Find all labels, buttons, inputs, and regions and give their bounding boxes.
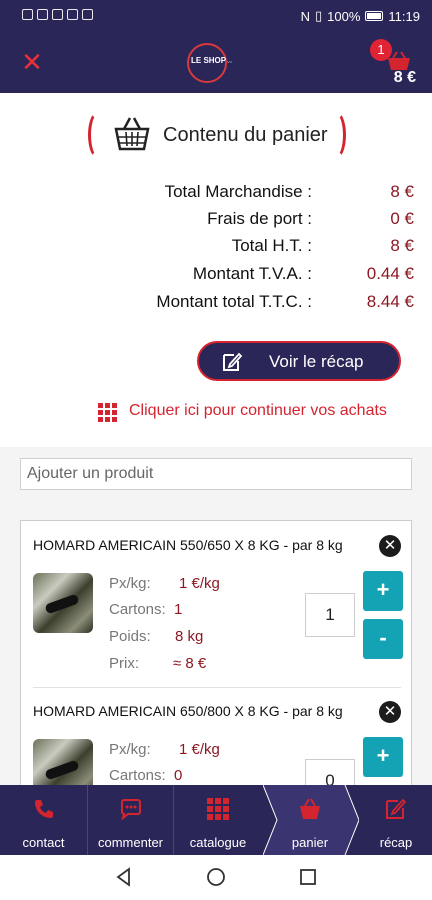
price-value: 1 €/kg xyxy=(179,575,220,592)
close-icon[interactable]: ✕ xyxy=(20,47,44,77)
phone-icon xyxy=(34,800,53,818)
product-name: HOMARD AMERICAIN 650/800 X 8 KG - par 8 … xyxy=(33,703,343,719)
cart-summary: Contenu du panier Total Marchandise : 8 … xyxy=(0,93,432,447)
nav-commenter-label: commenter xyxy=(97,835,164,850)
nav-recap[interactable]: récap xyxy=(360,785,432,855)
increase-quantity-button[interactable]: + xyxy=(363,737,403,777)
montant-tva-label: Montant T.V.A. : xyxy=(192,264,312,283)
product-name: HOMARD AMERICAIN 550/650 X 8 KG - par 8 … xyxy=(33,537,343,553)
right-bracket xyxy=(326,111,346,159)
continue-shopping-label: Cliquer ici pour continuer vos achats xyxy=(129,402,387,419)
cartons-value: 1 xyxy=(174,601,183,618)
photo-icon xyxy=(82,9,93,20)
montant-tva-value: 0.44 € xyxy=(366,264,414,283)
poids-value: 8 kg xyxy=(175,628,204,645)
cartons-value: 0 xyxy=(174,767,183,784)
total-marchandise-row: Total Marchandise : 8 € xyxy=(0,182,432,208)
remove-icon[interactable]: ✕ xyxy=(379,701,401,723)
signal-icon xyxy=(22,9,33,20)
system-status: N ▯ 100% 11:19 xyxy=(301,8,420,24)
product-image xyxy=(33,573,93,633)
summary-heading: Contenu du panier xyxy=(88,111,346,159)
product-item: HOMARD AMERICAIN 650/800 X 8 KG - par 8 … xyxy=(21,687,411,790)
battery-percent: 100% xyxy=(327,8,361,24)
basket-icon xyxy=(300,798,320,819)
app: N ▯ 100% 11:19 ✕ LE SHOP 〰 1 8 € Contenu… xyxy=(0,0,432,900)
product-image xyxy=(33,739,93,790)
mail-icon xyxy=(52,9,63,20)
total-marchandise-label: Total Marchandise : xyxy=(164,182,312,201)
edit-icon xyxy=(386,798,407,819)
header-cart-total: 8 € xyxy=(393,69,416,86)
clock: 11:19 xyxy=(388,8,420,24)
logo-text: LE SHOP xyxy=(191,56,227,65)
battery-icon xyxy=(365,11,384,21)
poids-label: Poids: xyxy=(109,628,151,645)
total-marchandise-value: 8 € xyxy=(390,182,414,201)
system-navigation-bar xyxy=(0,855,432,900)
nav-contact-label: contact xyxy=(22,835,65,850)
decrease-quantity-button[interactable]: - xyxy=(363,619,403,659)
home-icon[interactable] xyxy=(206,867,226,887)
wifi-icon xyxy=(37,9,48,20)
increase-quantity-button[interactable]: + xyxy=(363,571,403,611)
price-label: Px/kg: xyxy=(109,575,151,592)
montant-tva-row: Montant T.V.A. : 0.44 € xyxy=(0,264,432,290)
recents-icon[interactable] xyxy=(298,867,318,887)
nav-recap-label: récap xyxy=(379,835,413,850)
product-list: HOMARD AMERICAIN 550/650 X 8 KG - par 8 … xyxy=(20,520,412,790)
grid-icon xyxy=(207,798,229,820)
nav-catalogue[interactable]: catalogue xyxy=(174,785,262,855)
grid-icon xyxy=(98,403,117,422)
basket-icon xyxy=(388,51,410,70)
frais-de-port-value: 0 € xyxy=(390,209,414,228)
price-label: Px/kg: xyxy=(109,741,151,758)
remove-icon[interactable]: ✕ xyxy=(379,535,401,557)
frais-de-port-row: Frais de port : 0 € xyxy=(0,209,432,235)
app-notification-icon xyxy=(67,9,78,20)
price-value: 1 €/kg xyxy=(179,741,220,758)
nav-panier[interactable]: panier xyxy=(270,785,350,855)
frais-de-port-label: Frais de port : xyxy=(207,209,312,228)
cartons-label: Cartons: xyxy=(109,767,166,784)
voir-recap-label: Voir le récap xyxy=(269,352,364,371)
montant-ttc-label: Montant total T.T.C. : xyxy=(156,292,312,311)
page-title: Contenu du panier xyxy=(163,124,328,146)
status-bar: N ▯ 100% 11:19 xyxy=(0,0,432,33)
left-bracket xyxy=(88,111,108,159)
logo-wave: 〰 xyxy=(227,60,233,66)
cartons-label: Cartons: xyxy=(109,601,166,618)
add-product-input[interactable] xyxy=(20,458,412,490)
quantity-input[interactable]: 1 xyxy=(305,593,355,637)
app-header: ✕ LE SHOP 〰 1 8 € xyxy=(0,33,432,93)
voir-recap-button[interactable]: Voir le récap xyxy=(197,341,401,381)
prix-value: ≈ 8 € xyxy=(173,655,207,672)
notification-icons xyxy=(22,9,93,20)
total-ht-value: 8 € xyxy=(390,236,414,255)
edit-icon xyxy=(223,352,243,371)
basket-icon xyxy=(114,117,150,151)
back-icon[interactable] xyxy=(114,867,134,887)
nav-catalogue-label: catalogue xyxy=(189,835,247,850)
montant-ttc-row: Montant total T.T.C. : 8.44 € xyxy=(0,292,432,318)
total-ht-label: Total H.T. : xyxy=(231,236,312,255)
nav-commenter[interactable]: commenter xyxy=(88,785,173,855)
header-cart-button[interactable]: 1 8 € xyxy=(370,39,416,89)
prix-label: Prix: xyxy=(109,655,139,672)
vibrate-icon: ▯ xyxy=(315,8,323,23)
bottom-navigation: contact commenter catalogue panier récap xyxy=(0,785,432,855)
nfc-icon: N xyxy=(300,8,311,24)
total-ht-row: Total H.T. : 8 € xyxy=(0,236,432,262)
shop-logo: LE SHOP 〰 xyxy=(185,41,251,87)
chat-icon xyxy=(120,799,141,821)
product-item: HOMARD AMERICAIN 550/650 X 8 KG - par 8 … xyxy=(21,521,411,688)
nav-panier-label: panier xyxy=(291,835,329,850)
montant-ttc-value: 8.44 € xyxy=(366,292,414,311)
nav-contact[interactable]: contact xyxy=(0,785,87,855)
